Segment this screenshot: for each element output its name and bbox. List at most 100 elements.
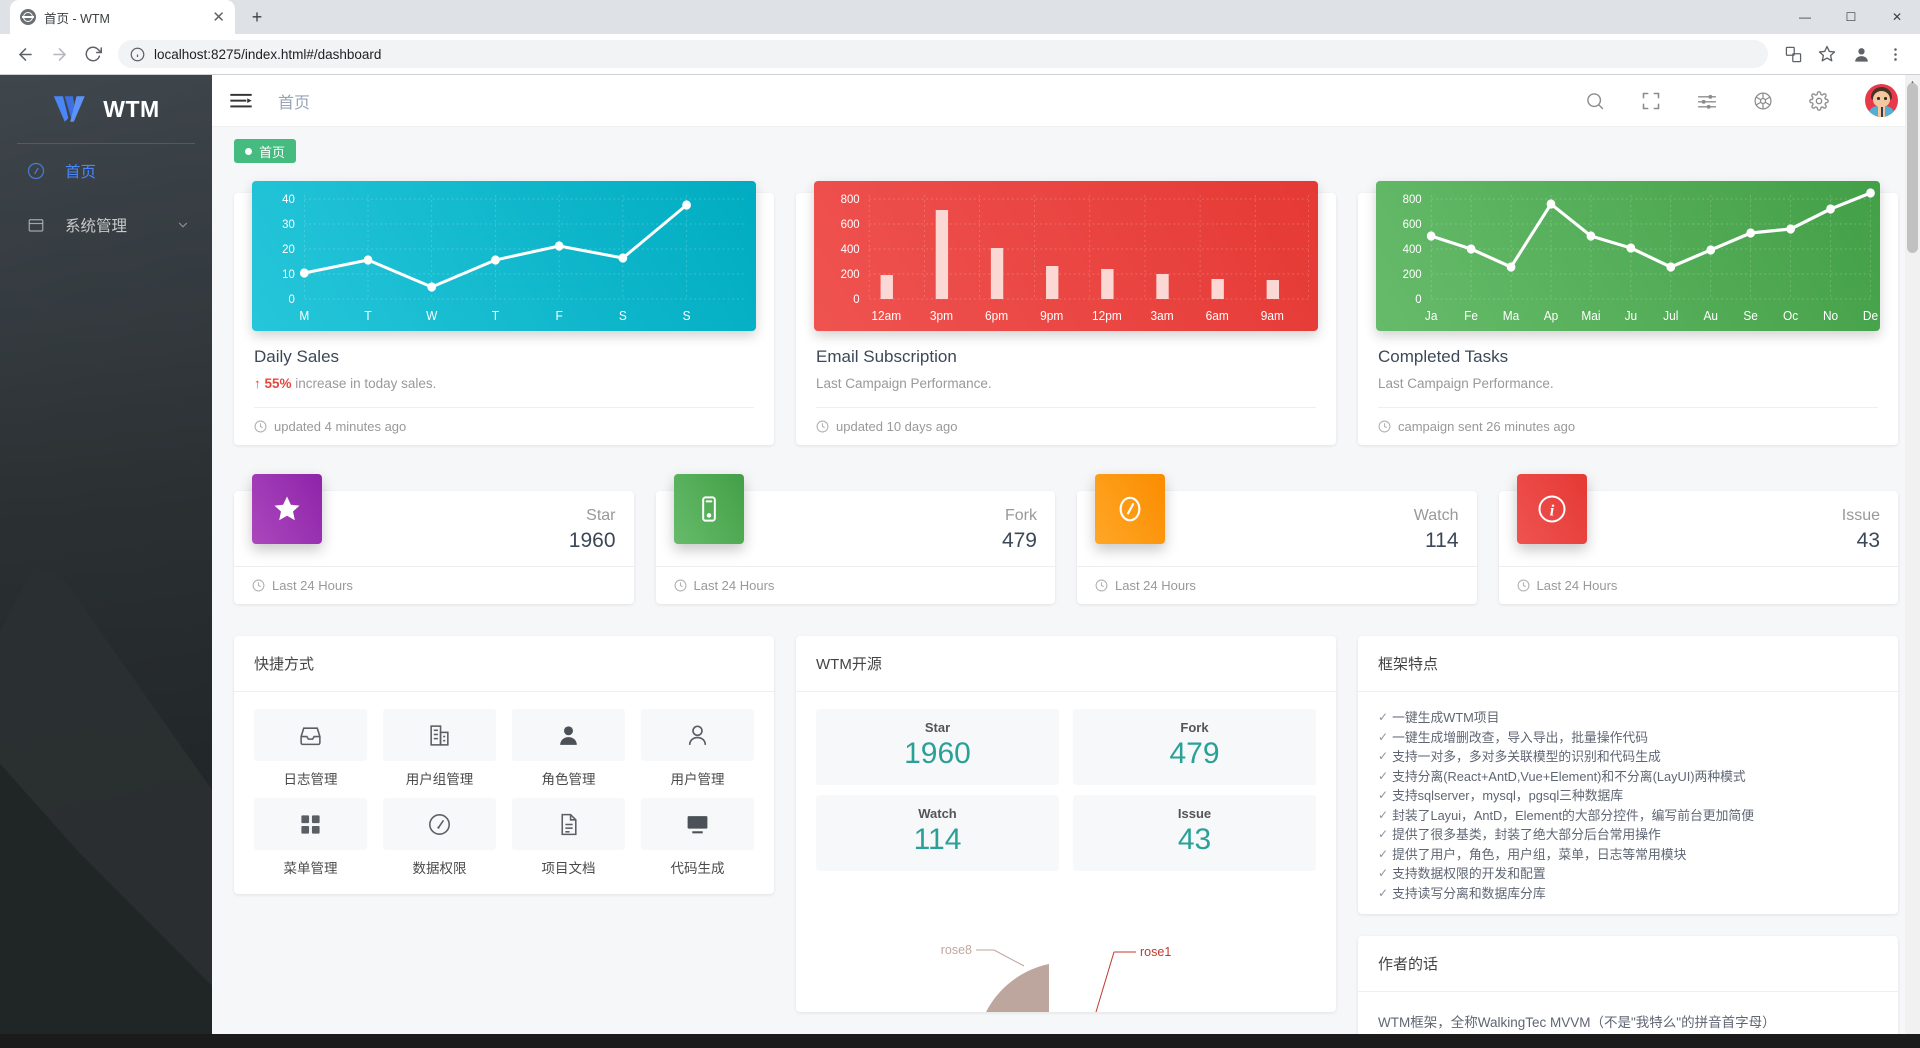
card-completed-tasks: 800 600 400 200 0 Ja Fe Ma Ap Mai Ju Jul… <box>1358 181 1898 445</box>
svg-text:M: M <box>299 309 309 323</box>
monitor-icon <box>641 798 754 850</box>
shortcut-user-group-management[interactable]: 用户组管理 <box>383 709 496 788</box>
close-icon[interactable]: ✕ <box>212 10 225 25</box>
forward-icon[interactable] <box>44 39 74 69</box>
shortcut-menu-management[interactable]: 菜单管理 <box>254 798 367 877</box>
back-icon[interactable] <box>10 39 40 69</box>
breadcrumb-tag-home[interactable]: 首页 <box>234 139 297 163</box>
author-body-text: WTM框架，全称WalkingTec MVVM（不是"我特么"的拼音首字母） <box>1378 1015 1776 1031</box>
breadcrumb: 首页 <box>212 127 1920 163</box>
new-tab-button[interactable]: + <box>243 3 271 31</box>
stat-value: 479 <box>1169 737 1220 770</box>
svg-text:600: 600 <box>841 218 860 231</box>
window-minimize-button[interactable]: — <box>1782 0 1828 34</box>
shortcut-label: 用户组管理 <box>405 772 474 787</box>
panel-shortcuts: 快捷方式 日志管理 用户组管理 角色管理 用户管理 菜单管理 数据权限 项目文档… <box>234 636 774 894</box>
vertical-scrollbar[interactable]: ▲ ▼ <box>1905 75 1920 1048</box>
avatar[interactable] <box>1865 84 1898 117</box>
gauge-icon <box>383 798 496 850</box>
chart-rose-svg: rose8 rose1 <box>941 943 1171 1012</box>
shortcut-log-management[interactable]: 日志管理 <box>254 709 367 788</box>
svg-text:W: W <box>426 309 438 323</box>
browser-menu-icon[interactable] <box>1880 39 1910 69</box>
chart-email-subscription-svg: 800600 4002000 12am 3pm 6pm 9pm 12pm 3am… <box>841 193 1309 323</box>
avatar-eye-right <box>1884 97 1887 100</box>
shortcut-project-document[interactable]: 项目文档 <box>512 798 625 877</box>
svg-text:Se: Se <box>1743 309 1758 323</box>
stat-value: 1960 <box>904 737 971 770</box>
sliders-icon[interactable] <box>1697 91 1717 111</box>
svg-text:0: 0 <box>1415 293 1422 306</box>
address-bar[interactable]: localhost:8275/index.html#/dashboard <box>118 40 1768 68</box>
trend-arrow: ↑ <box>254 376 261 391</box>
svg-text:3pm: 3pm <box>930 309 953 323</box>
browser-toolbar: localhost:8275/index.html#/dashboard <box>0 34 1920 74</box>
reload-icon[interactable] <box>78 39 108 69</box>
stat-card-watch: Watch 114 Last 24 Hours <box>1077 474 1477 604</box>
feature-item: ✓ 支持读写分离和数据库分库 <box>1378 885 1878 904</box>
svg-text:Oc: Oc <box>1783 309 1798 323</box>
gear-icon[interactable] <box>1809 90 1829 111</box>
svg-text:Fe: Fe <box>1464 309 1478 323</box>
shortcut-data-permission[interactable]: 数据权限 <box>383 798 496 877</box>
card-subtitle: Last Campaign Performance. <box>816 376 992 391</box>
window-maximize-button[interactable]: ☐ <box>1828 0 1874 34</box>
scrollbar-thumb[interactable] <box>1907 83 1918 253</box>
check-icon: ✓ <box>1378 866 1389 881</box>
sidebar-item-system-management[interactable]: 系统管理 <box>0 198 212 252</box>
svg-text:3am: 3am <box>1150 309 1173 323</box>
user-outline-icon <box>641 709 754 761</box>
shortcut-label: 代码生成 <box>670 861 725 876</box>
search-icon[interactable] <box>1585 91 1605 111</box>
shortcut-label: 菜单管理 <box>283 861 338 876</box>
window-close-button[interactable]: ✕ <box>1874 0 1920 34</box>
clock-icon <box>1378 420 1391 433</box>
stat-footer: Last 24 Hours <box>1517 567 1881 593</box>
profile-icon[interactable] <box>1846 39 1876 69</box>
panel-features: 框架特点 ✓ 一键生成WTM项目 ✓ 一键生成增删改查，导入导出，批量操作代码 ✓ 支… <box>1358 636 1898 915</box>
sidebar-item-label: 系统管理 <box>65 218 128 235</box>
stat-card-row: Star 1960 Last 24 Hours Fork 479 Last 24… <box>234 474 1898 604</box>
svg-text:6pm: 6pm <box>985 309 1008 323</box>
card-daily-sales: 40 30 20 10 0 MTW T F S S Daily Sales ↑ … <box>234 181 774 445</box>
shortcut-code-generation[interactable]: 代码生成 <box>641 798 754 877</box>
color-wheel-icon[interactable] <box>1753 91 1773 111</box>
check-icon: ✓ <box>1378 749 1389 764</box>
building-icon <box>383 709 496 761</box>
check-icon: ✓ <box>1378 788 1389 803</box>
svg-text:30: 30 <box>282 218 295 231</box>
svg-text:9pm: 9pm <box>1040 309 1063 323</box>
feature-text: 封装了Layui，AntD，Element的大部分控件，编写前台更加简便 <box>1392 807 1754 823</box>
stat-label: Fork <box>1180 720 1209 735</box>
menu-toggle-icon[interactable] <box>230 93 252 109</box>
shortcut-label: 数据权限 <box>412 861 467 876</box>
sidebar-item-dashboard[interactable]: 首页 <box>0 144 212 198</box>
os-taskbar <box>0 1034 1920 1048</box>
shortcut-user-management[interactable]: 用户管理 <box>641 709 754 788</box>
feature-item: ✓ 支持数据权限的开发和配置 <box>1378 865 1878 884</box>
chevron-down-icon <box>178 222 188 228</box>
app-header: 首页 <box>212 75 1920 127</box>
browser-tabstrip: 首页 - WTM ✕ + — ☐ ✕ <box>0 0 1920 34</box>
panel-title: 作者的话 <box>1358 936 1898 993</box>
fullscreen-icon[interactable] <box>1641 91 1661 111</box>
chart-completed-tasks-svg: 800600 4002000 Ja Fe Ma Ap Mai Ju Jul Au… <box>1403 188 1878 323</box>
feature-item: ✓ 支持一对多，多对多关联模型的识别和代码生成 <box>1378 748 1878 767</box>
card-footer: updated 10 days ago <box>796 408 1336 434</box>
browser-tab[interactable]: 首页 - WTM ✕ <box>10 0 235 34</box>
stat-value: 114 <box>913 823 962 856</box>
subtitle-rest: increase in today sales. <box>291 376 437 391</box>
opensource-stat-grid: Star 1960 Fork 479 Watch 114 Issue 43 <box>816 709 1316 871</box>
feature-item: ✓ 提供了用户，角色，用户组，菜单，日志等常用模块 <box>1378 846 1878 865</box>
sidebar-brand[interactable]: WTM <box>0 75 212 129</box>
sidebar-item-label: 首页 <box>65 164 97 181</box>
check-icon: ✓ <box>1378 807 1389 822</box>
svg-text:Mai: Mai <box>1581 309 1600 323</box>
shortcut-role-management[interactable]: 角色管理 <box>512 709 625 788</box>
bookmark-star-icon[interactable] <box>1812 39 1842 69</box>
translate-icon[interactable] <box>1778 39 1808 69</box>
svg-text:S: S <box>683 309 691 323</box>
url-text: localhost:8275/index.html#/dashboard <box>154 46 382 62</box>
chart-rose: rose8 rose1 <box>796 902 1336 1012</box>
chart-completed-tasks: 800 600 400 200 0 Ja Fe Ma Ap Mai Ju Jul… <box>1376 181 1880 331</box>
